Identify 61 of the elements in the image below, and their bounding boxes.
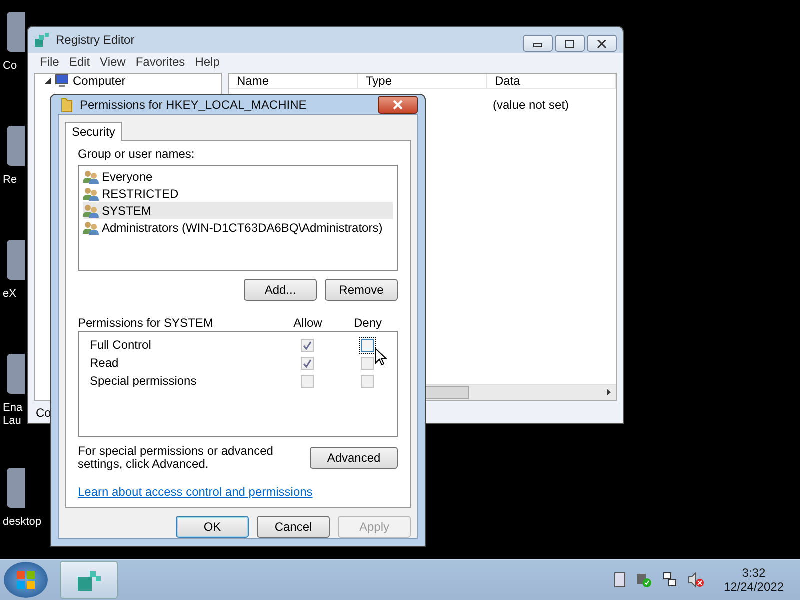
menu-item[interactable]: Edit	[69, 55, 90, 69]
column-header: Allow	[292, 316, 324, 330]
cubes-icon	[34, 32, 50, 48]
dialog-button[interactable]: OK	[176, 516, 249, 538]
menu-item[interactable]: Help	[195, 55, 220, 69]
close-button[interactable]	[378, 96, 418, 114]
menu-item[interactable]: Favorites	[136, 55, 186, 69]
dialog-title: Permissions for HKEY_LOCAL_MACHINE	[80, 98, 307, 112]
expanded-arrow-icon[interactable]	[45, 78, 51, 84]
muted-speaker-icon[interactable]	[688, 572, 704, 588]
checkbox[interactable]	[360, 338, 374, 352]
taskbar-app-button[interactable]	[60, 561, 118, 599]
close-button[interactable]	[587, 35, 617, 52]
desktop-icon-label[interactable]: desktop	[3, 516, 42, 529]
help-link[interactable]: Learn about access control and permissions	[78, 485, 313, 499]
desktop-icon-label[interactable]: eX	[3, 288, 16, 301]
window-title: Registry Editor	[56, 33, 135, 47]
dialog-button[interactable]: Cancel	[257, 516, 330, 538]
tab[interactable]: Security	[65, 122, 122, 141]
user-list-item[interactable]: Everyone	[83, 168, 393, 185]
permission-name: Read	[89, 356, 120, 370]
computer-icon	[54, 74, 70, 88]
close-icon	[392, 100, 404, 110]
user-list-item[interactable]: Administrators (WIN-D1CT63DA6BQ\Administrators)	[83, 219, 393, 236]
minimize-button[interactable]	[523, 35, 553, 52]
document-icon[interactable]	[614, 572, 626, 588]
advanced-button[interactable]: Advanced	[310, 447, 398, 469]
users-icon	[83, 186, 99, 200]
close-icon	[597, 40, 607, 48]
tree-item[interactable]: Computer	[73, 74, 126, 88]
desktop-icon-label[interactable]: Ena Lau	[3, 402, 23, 428]
windows-logo-icon	[15, 569, 37, 591]
user-list-item[interactable]: RESTRICTED	[83, 185, 393, 202]
user-list-item[interactable]: SYSTEM	[83, 202, 393, 219]
clock-time[interactable]: 3:32	[742, 566, 766, 580]
dialog-button[interactable]: Add...	[244, 279, 317, 301]
network-icon[interactable]	[662, 572, 678, 588]
maximize-icon	[565, 40, 575, 48]
menu-item[interactable]: View	[100, 55, 126, 69]
advanced-hint: For special permissions or advanced settings, click Advanced.	[78, 445, 274, 471]
column-header[interactable]: Name	[229, 74, 358, 88]
desktop-icon-label[interactable]: Co	[3, 60, 18, 73]
group-label: Group or user names:	[78, 147, 196, 161]
maximize-button[interactable]	[555, 35, 585, 52]
menu-item[interactable]: File	[40, 55, 60, 69]
column-header[interactable]: Data	[487, 74, 616, 88]
scroll-right-arrow-icon[interactable]	[607, 389, 611, 396]
table-cell-text: (value not set)	[492, 97, 570, 114]
clock-date[interactable]: 12/24/2022	[724, 580, 784, 594]
start-button[interactable]	[4, 562, 48, 598]
column-header[interactable]: Type	[358, 74, 487, 88]
column-header: Deny	[352, 316, 383, 330]
dialog-button[interactable]: Remove	[325, 279, 398, 301]
folder-icon	[60, 96, 74, 112]
users-icon	[83, 170, 99, 184]
users-icon	[83, 220, 99, 234]
permission-name: Special permissions	[89, 374, 198, 388]
permission-name: Full Control	[89, 338, 152, 352]
desktop-icon-label[interactable]: Re	[3, 174, 18, 187]
permissions-label: Permissions for SYSTEM	[78, 316, 214, 330]
users-icon	[83, 204, 99, 218]
